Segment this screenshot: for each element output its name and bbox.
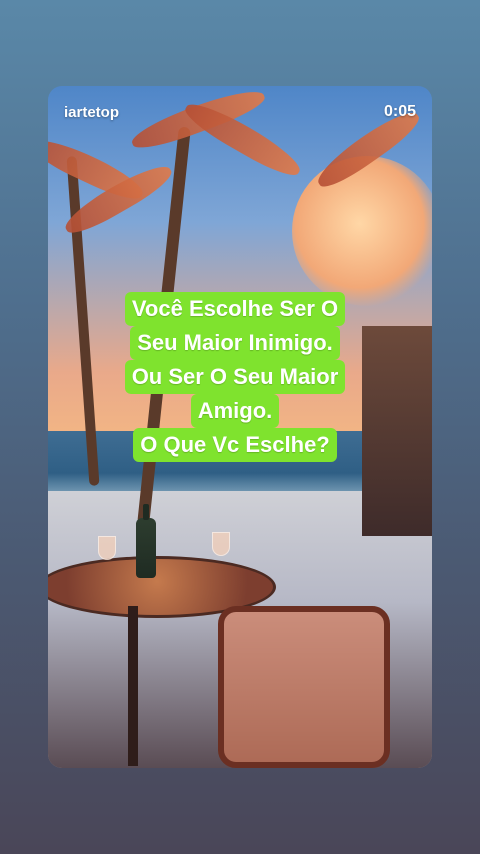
cafe-chair [218,606,390,768]
caption-line: Ou Ser O Seu Maior [124,360,346,394]
caption-line: Seu Maior Inimigo. [130,326,340,360]
wine-bottle [136,504,156,578]
username-label[interactable]: iartetop [64,104,119,121]
wine-glass [212,532,230,556]
caption-line: O Que Vc Esclhe? [133,428,337,462]
story-header: iartetop 0:05 [48,86,432,138]
caption-line: Amigo. [190,394,280,428]
caption-block: Você Escolhe Ser O Seu Maior Inimigo. Ou… [97,292,373,462]
timer-label: 0:05 [383,103,416,120]
cloud-graphic [292,156,432,306]
wine-glass [98,536,116,560]
caption-line: Você Escolhe Ser O [124,292,346,326]
table-leg [128,606,138,766]
